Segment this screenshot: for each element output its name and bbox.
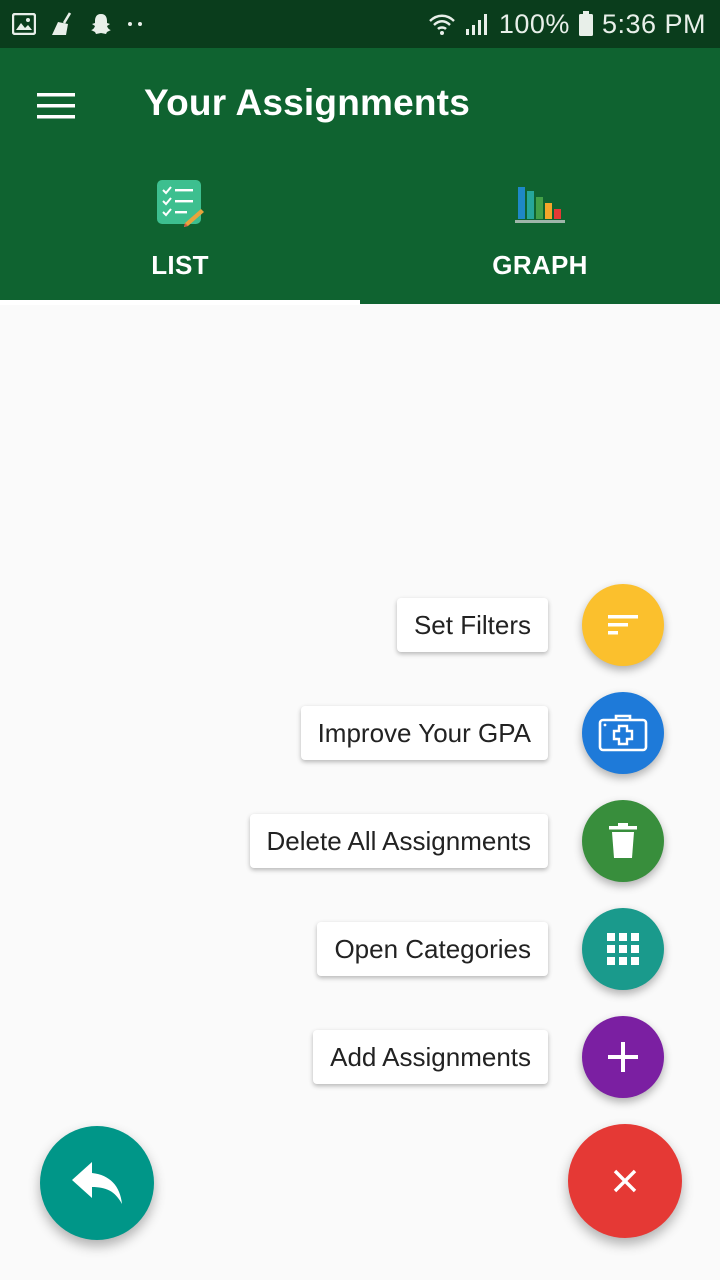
- speed-dial-item-add-assignments: Add Assignments: [44, 1016, 664, 1098]
- signal-icon: [465, 12, 491, 36]
- app-bar: Your Assignments LIST GRAPH: [0, 48, 720, 305]
- bar-chart-icon: [514, 178, 566, 228]
- gallery-icon: [12, 13, 36, 35]
- grid-icon: [607, 933, 639, 965]
- tab-graph[interactable]: GRAPH: [360, 168, 720, 304]
- page-title: Your Assignments: [144, 82, 470, 123]
- open-categories-label[interactable]: Open Categories: [317, 922, 548, 976]
- tab-graph-label: GRAPH: [492, 250, 588, 280]
- open-categories-button[interactable]: [582, 908, 664, 990]
- speed-dial-item-open-categories: Open Categories: [44, 908, 664, 990]
- plus-icon: [608, 1042, 638, 1072]
- status-bar: 100% 5:36 PM: [0, 0, 720, 48]
- filter-icon: [608, 615, 638, 635]
- close-speed-dial-button[interactable]: [568, 1124, 682, 1238]
- menu-button[interactable]: [26, 78, 86, 134]
- tab-list[interactable]: LIST: [0, 168, 360, 304]
- clock: 5:36 PM: [601, 8, 706, 39]
- cleaner-icon: [50, 12, 76, 36]
- speed-dial-item-set-filters: Set Filters: [44, 584, 664, 666]
- medical-kit-icon: [598, 714, 648, 752]
- more-dots-icon: [126, 20, 146, 28]
- checklist-icon: [155, 178, 205, 228]
- speed-dial-item-delete-all: Delete All Assignments: [44, 800, 664, 882]
- add-assignments-button[interactable]: [582, 1016, 664, 1098]
- tab-indicator: [0, 300, 360, 305]
- improve-gpa-label[interactable]: Improve Your GPA: [300, 706, 548, 760]
- delete-all-button[interactable]: [582, 800, 664, 882]
- delete-all-label[interactable]: Delete All Assignments: [249, 814, 548, 868]
- speed-dial-item-improve-gpa: Improve Your GPA: [44, 692, 664, 774]
- improve-gpa-button[interactable]: [582, 692, 664, 774]
- wifi-icon: [427, 12, 457, 36]
- set-filters-button[interactable]: [582, 584, 664, 666]
- status-left: [12, 12, 146, 36]
- hamburger-menu-icon: [37, 93, 75, 119]
- set-filters-label[interactable]: Set Filters: [396, 598, 548, 652]
- status-right: 100% 5:36 PM: [427, 9, 706, 40]
- tab-list-label: LIST: [151, 250, 209, 280]
- snapchat-icon: [90, 13, 112, 35]
- battery-percent: 100%: [498, 8, 570, 39]
- battery-icon: [578, 11, 594, 37]
- trash-icon: [609, 823, 637, 858]
- close-icon: [613, 1169, 637, 1193]
- add-assignments-label[interactable]: Add Assignments: [313, 1030, 548, 1084]
- reply-arrow-icon: [72, 1162, 122, 1204]
- back-button[interactable]: [40, 1126, 154, 1240]
